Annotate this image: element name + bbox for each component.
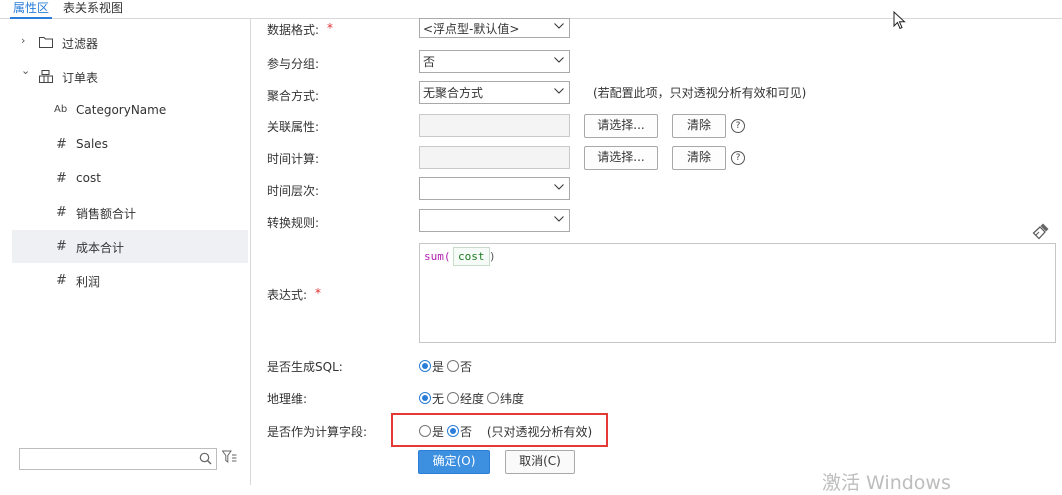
calc-field-label: 是否作为计算字段: (267, 425, 368, 439)
radio-label: 否 (460, 360, 473, 374)
tree-item-label: Sales (76, 137, 108, 151)
folder-icon (39, 37, 53, 48)
select-value: 无聚合方式 (423, 86, 484, 100)
tab-properties[interactable]: 属性区 (9, 1, 53, 19)
geo-none-option[interactable]: 无 (419, 392, 444, 406)
tree-item-label: 销售额合计 (76, 207, 137, 221)
related-attr-field (419, 114, 570, 137)
chevron-down-icon (554, 184, 564, 190)
time-calc-choose-button[interactable]: 请选择... (584, 146, 658, 170)
tree-item-label: cost (76, 171, 101, 185)
required-marker: * (315, 286, 321, 300)
tree-item-order-table[interactable]: ⌄ 订单表 (12, 60, 248, 93)
radio-label: 纬度 (500, 392, 525, 406)
mouse-cursor-icon (893, 11, 906, 30)
expression-function: sum( (424, 250, 451, 263)
field-tree-panel: › 过滤器 ⌄ 订单表 Ab CategoryName # Sales # co… (0, 19, 251, 485)
conversion-select[interactable] (419, 209, 570, 232)
radio-label: 是 (432, 360, 445, 374)
related-attr-label: 关联属性: (267, 120, 320, 134)
radio-unchecked-icon[interactable] (487, 392, 500, 404)
tree-item-field[interactable]: # 销售额合计 (12, 196, 248, 229)
expression-label: 表达式: (267, 288, 308, 302)
related-attr-clear-button[interactable]: 清除 (672, 114, 726, 138)
radio-unchecked-icon[interactable] (447, 392, 460, 404)
number-field-icon: # (56, 171, 67, 186)
table-icon (39, 70, 53, 83)
expression-editor[interactable]: sum( cost ) (419, 243, 1056, 343)
generate-sql-radio-group: 是否 (419, 358, 475, 375)
aggregation-select[interactable]: 无聚合方式 (419, 81, 570, 104)
radio-checked-icon[interactable] (419, 392, 431, 404)
tab-table-relations[interactable]: 表关系视图 (63, 1, 123, 16)
tree-search-box (19, 448, 217, 470)
generate-sql-no-option[interactable]: 否 (447, 360, 472, 374)
chevron-down-icon (554, 216, 564, 222)
search-icon[interactable] (199, 452, 212, 465)
cancel-button[interactable]: 取消(C) (505, 450, 575, 474)
tree-item-field[interactable]: # Sales (12, 128, 248, 161)
geo-dimension-label: 地理维: (267, 392, 308, 406)
expand-arrow-icon[interactable]: › (21, 34, 25, 47)
ok-button[interactable]: 确定(O) (418, 450, 490, 474)
expression-close-paren: ) (489, 250, 496, 263)
format-brush-icon[interactable] (1032, 222, 1050, 240)
select-value: <浮点型-默认值> (423, 22, 520, 36)
number-field-icon: # (56, 137, 67, 152)
generate-sql-label: 是否生成SQL: (267, 360, 343, 374)
tree-item-label: 成本合计 (76, 241, 125, 255)
generate-sql-yes-option[interactable]: 是 (419, 360, 444, 374)
number-field-icon: # (56, 273, 67, 288)
number-field-icon: # (56, 205, 67, 220)
tree-item-field[interactable]: # cost (12, 162, 248, 195)
time-level-label: 时间层次: (267, 184, 320, 198)
radio-label: 经度 (460, 392, 485, 406)
chevron-down-icon (554, 57, 564, 63)
aggregation-label: 聚合方式: (267, 89, 320, 103)
tree-search-input[interactable] (20, 449, 198, 467)
geo-latitude-option[interactable]: 纬度 (487, 392, 524, 406)
text-field-icon: Ab (54, 104, 68, 115)
data-format-label: 数据格式: (267, 23, 320, 37)
time-calc-clear-button[interactable]: 清除 (672, 146, 726, 170)
chevron-down-icon (554, 88, 564, 94)
radio-checked-icon[interactable] (419, 360, 431, 372)
highlight-box (391, 413, 608, 447)
tree-item-filters[interactable]: › 过滤器 (12, 26, 248, 59)
tree-item-field[interactable]: Ab CategoryName (12, 94, 248, 127)
related-attr-choose-button[interactable]: 请选择... (584, 114, 658, 138)
chevron-down-icon (554, 23, 564, 29)
required-marker: * (327, 21, 333, 35)
collapse-arrow-icon[interactable]: ⌄ (21, 64, 30, 77)
tree-item-label: CategoryName (76, 103, 167, 117)
tree-item-field[interactable]: # 利润 (12, 264, 248, 297)
radio-label: 无 (432, 392, 445, 406)
help-icon[interactable]: ? (731, 151, 745, 165)
geo-dimension-radio-group: 无 经度 纬度 (419, 390, 527, 407)
group-label: 参与分组: (267, 57, 320, 71)
tree-item-label: 订单表 (62, 71, 99, 85)
activation-watermark: 激活 Windows (822, 472, 951, 494)
data-format-select[interactable]: <浮点型-默认值> (419, 18, 570, 38)
time-calc-field (419, 146, 570, 169)
filter-icon[interactable] (222, 450, 237, 464)
expression-argument[interactable]: cost (453, 247, 490, 266)
select-value: 否 (423, 55, 436, 69)
aggregation-note: (若配置此项，只对透视分析有效和可见) (593, 86, 807, 100)
number-field-icon: # (56, 239, 67, 254)
geo-longitude-option[interactable]: 经度 (447, 392, 484, 406)
tree-item-label: 过滤器 (62, 37, 99, 51)
group-select[interactable]: 否 (419, 50, 570, 73)
time-calc-label: 时间计算: (267, 152, 320, 166)
radio-unchecked-icon[interactable] (447, 360, 460, 372)
tree-item-label: 利润 (76, 275, 101, 289)
help-icon[interactable]: ? (731, 119, 745, 133)
tree-item-field-selected[interactable]: # 成本合计 (12, 230, 248, 263)
conversion-label: 转换规则: (267, 216, 320, 230)
time-level-select[interactable] (419, 177, 570, 200)
